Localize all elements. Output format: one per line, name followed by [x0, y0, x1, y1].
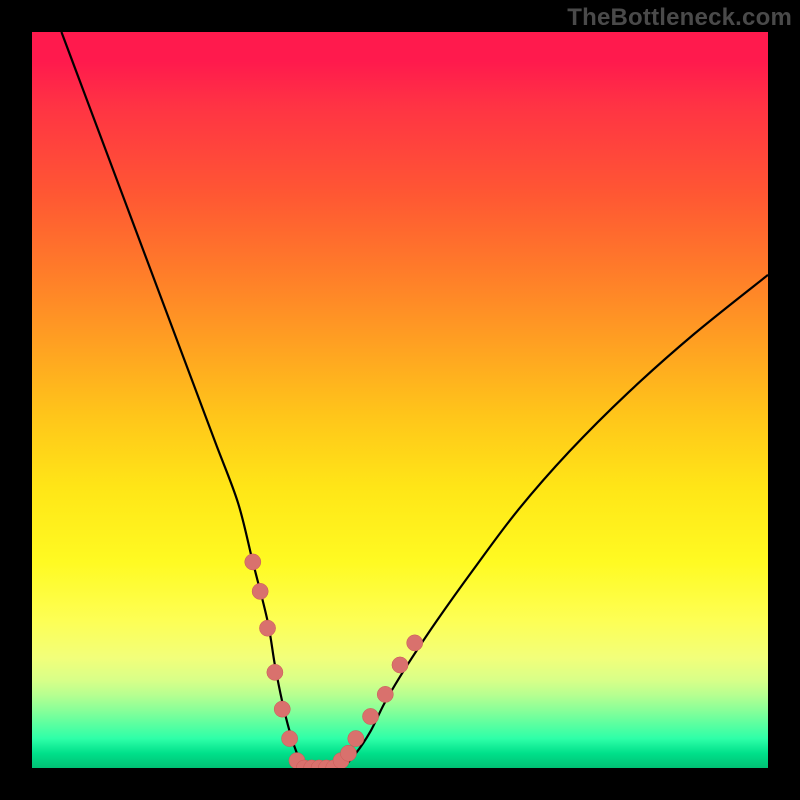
curve-marker: [348, 730, 364, 746]
curve-marker: [245, 554, 261, 570]
curve-marker: [340, 745, 356, 761]
curve-marker: [252, 583, 268, 599]
chart-frame: TheBottleneck.com: [0, 0, 800, 800]
curve-marker: [274, 701, 290, 717]
curve-marker: [392, 657, 408, 673]
curve-marker: [377, 686, 393, 702]
plot-area: [32, 32, 768, 768]
curve-marker: [267, 664, 283, 680]
curve-marker: [362, 708, 378, 724]
watermark-text: TheBottleneck.com: [567, 4, 792, 32]
marker-layer: [32, 32, 768, 768]
curve-marker: [282, 730, 298, 746]
curve-marker: [259, 620, 275, 636]
curve-marker: [407, 635, 423, 651]
marker-group: [245, 554, 423, 768]
